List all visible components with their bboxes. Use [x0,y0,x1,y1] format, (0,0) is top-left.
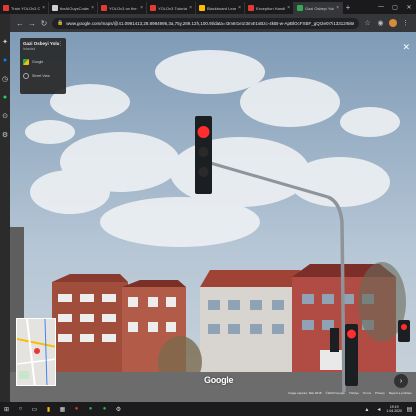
street-view-link[interactable]: Street View [23,73,63,79]
maximize-icon[interactable]: ▢ [388,4,402,11]
location-pin [34,348,40,354]
tab-favicon [150,5,156,11]
tab-favicon [52,5,58,11]
spotify-icon[interactable]: ● [100,405,109,414]
footer-item[interactable]: Report a problem [389,391,412,395]
tab-close-icon[interactable]: × [42,5,45,11]
browser-tab-active[interactable]: Gazi Osbeyi Yolu - Goo× [294,2,343,14]
footer-item[interactable]: Türkiye [349,391,359,395]
browser-tab[interactable]: theAIGuysCode/YOLOv3× [49,2,98,14]
tab-strip: Train YOLOv3 Custom× theAIGuysCode/YOLOv… [0,0,416,14]
lock-icon[interactable]: 🔒 [57,20,63,26]
system-tray: ▴ ◂ 19:19 1.04.2020 ▤ [362,405,414,414]
browser-tab[interactable]: YOLOv3 Tutorial (pytorch)× [147,2,196,14]
back-icon[interactable]: ← [16,19,24,28]
tab-title: YOLOv3 on the COCO [109,5,138,11]
tab-close-icon[interactable]: × [189,5,192,11]
footer-item: ©2020 Google [325,391,345,395]
window-controls: — ▢ ✕ [374,4,416,11]
browser-tab[interactable]: Blackboard Learn × [196,2,245,14]
os-sidebar: ✦ ● ◷ ● ⊙ ⚙ [0,14,10,402]
settings-icon[interactable]: ⚙ [1,131,9,139]
minimize-icon[interactable]: — [374,4,388,11]
google-logo: Google [204,375,234,385]
browser-tab[interactable]: Exception Handling× [245,2,294,14]
url-text: www.google.com/maps/@41.0991413,28.89849… [66,20,354,26]
settings-app-icon[interactable]: ⚙ [114,405,123,414]
browser-toolbar: ← → ↻ 🔒 www.google.com/maps/@41.0991413,… [10,14,416,32]
tab-title: Train YOLOv3 Custom [11,5,41,11]
tab-title: Blackboard Learn [207,5,237,11]
tab-title: YOLOv3 Tutorial (pytorch) [158,5,188,11]
close-window-icon[interactable]: ✕ [402,4,416,11]
address-bar[interactable]: 🔒 www.google.com/maps/@41.0991413,28.898… [52,17,359,29]
tab-title: theAIGuysCode/YOLOv3 [60,5,89,11]
browser-icon[interactable]: ● [72,405,81,414]
tab-favicon [297,5,303,11]
avatar[interactable] [389,19,397,27]
tab-favicon [101,5,107,11]
google-link-label: Google [32,60,44,64]
app-icon[interactable]: ● [86,405,95,414]
traffic-light [330,328,339,352]
extension-icon[interactable]: ◉ [376,19,385,27]
sidebar-star-icon[interactable]: ✦ [1,38,9,46]
mini-map-graphic [17,319,55,385]
tab-close-icon[interactable]: × [140,5,143,11]
store-icon[interactable]: ▦ [58,405,67,414]
browser-tab[interactable]: Train YOLOv3 Custom× [0,2,49,14]
tab-close-icon[interactable]: × [91,5,94,11]
street-view-panorama[interactable] [10,32,416,402]
google-maps-icon [23,59,29,65]
pin-icon[interactable]: ⊙ [1,112,9,120]
search-icon[interactable]: ○ [16,405,25,414]
taskbar: ⊞ ○ ▭ ▮ ▦ ● ● ● ⚙ ▴ ◂ 19:19 1.04.2020 ▤ [0,402,416,416]
street-view-footer: Image capture: Mar 2018 ©2020 Google Tür… [230,391,416,395]
tab-close-icon[interactable]: × [336,5,339,11]
location-subtitle: İstanbul [23,47,36,51]
google-link[interactable]: Google [23,59,63,65]
location-title: Gazi Osbeyi Yolu [23,41,60,46]
explorer-icon[interactable]: ▮ [44,405,53,414]
notification-icon[interactable]: ▤ [405,405,414,414]
more-options-icon[interactable]: ⋮ [58,41,63,47]
start-icon[interactable]: ⊞ [2,405,11,414]
footer-item[interactable]: Terms [363,391,371,395]
tab-title: Exception Handling [256,5,285,11]
tab-close-icon[interactable]: × [238,5,241,11]
tab-favicon [199,5,205,11]
menu-icon[interactable]: ⋮ [401,19,410,27]
footer-item[interactable]: Privacy [375,391,385,395]
clock[interactable]: 19:19 1.04.2020 [386,405,402,413]
footer-item: Image capture: Mar 2018 [288,391,322,395]
street-view-icon [23,73,29,79]
whatsapp-icon[interactable]: ● [1,94,9,101]
volume-icon[interactable]: ◂ [374,405,383,414]
mini-map[interactable] [16,318,56,386]
tab-favicon [248,5,254,11]
close-icon[interactable]: ✕ [402,42,410,53]
tab-title: Gazi Osbeyi Yolu - Goo [305,5,334,11]
street-scene [10,32,416,402]
new-tab-button[interactable]: + [343,3,353,12]
tab-close-icon[interactable]: × [287,5,290,11]
star-icon[interactable]: ☆ [363,19,372,27]
tab-favicon [3,5,9,11]
task-view-icon[interactable]: ▭ [30,405,39,414]
street-view-link-label: Street View [32,74,50,78]
clock-date: 1.04.2020 [386,409,402,413]
messenger-icon[interactable]: ● [1,57,9,64]
red-light [197,126,210,138]
reload-icon[interactable]: ↻ [40,19,48,28]
history-icon[interactable]: ◷ [1,75,9,83]
browser-tab[interactable]: YOLOv3 on the COCO× [98,2,147,14]
forward-icon[interactable]: → [28,19,36,28]
network-icon[interactable]: ▴ [362,405,371,414]
location-card: Gazi Osbeyi Yolu İstanbul ⋮ Google Stree… [20,38,66,94]
expand-arrow-icon[interactable]: › [394,374,408,388]
